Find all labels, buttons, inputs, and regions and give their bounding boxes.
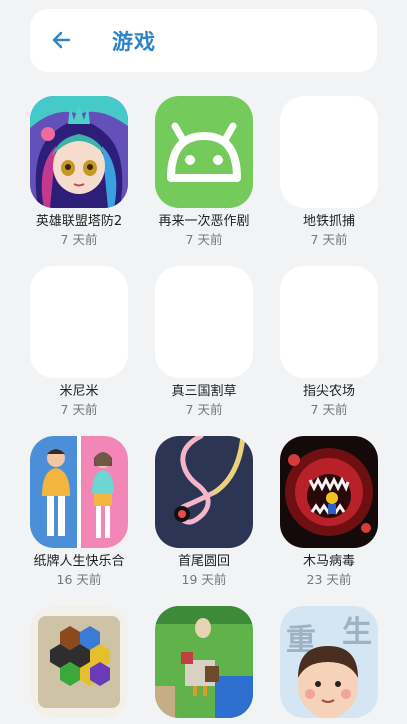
app-name: 真三国割草	[171, 384, 237, 399]
virus-monster-icon	[280, 436, 378, 548]
app-time: 7 天前	[60, 232, 98, 247]
app-name: 米尼米	[59, 384, 99, 399]
app-time: 7 天前	[310, 402, 348, 417]
blank-icon	[280, 266, 378, 378]
app-time: 7 天前	[185, 402, 223, 417]
app-grid: 英雄联盟塔防2 7 天前 再来一次恶作剧 7 天前 地铁抓捕 7 天前 米尼米 …	[0, 0, 407, 724]
app-time: 23 天前	[306, 572, 352, 587]
app-time: 19 天前	[181, 572, 227, 587]
blank-icon	[30, 266, 128, 378]
svg-text:生: 生	[342, 615, 372, 650]
app-name: 首尾圆回	[177, 554, 230, 569]
blank-icon	[155, 266, 253, 378]
couple-cards-icon	[30, 436, 128, 548]
app-name: 指尖农场	[302, 384, 355, 399]
app-name: 纸牌人生快乐合	[33, 554, 125, 569]
app-time: 7 天前	[60, 402, 98, 417]
app-time: 16 天前	[56, 572, 102, 587]
app-time: 7 天前	[310, 232, 348, 247]
hexagon-puzzle-icon	[30, 606, 128, 718]
blank-icon	[280, 96, 378, 208]
anime-girl-icon	[30, 96, 128, 208]
app-name: 地铁抓捕	[302, 214, 355, 229]
pixel-chicken-icon	[155, 606, 253, 718]
app-time: 7 天前	[185, 232, 223, 247]
boy-face-icon: 重 生	[280, 606, 378, 718]
app-name: 木马病毒	[302, 554, 355, 569]
app-name: 英雄联盟塔防2	[35, 214, 123, 229]
android-icon	[155, 96, 253, 208]
loop-line-icon	[155, 436, 253, 548]
app-name: 再来一次恶作剧	[158, 214, 250, 229]
